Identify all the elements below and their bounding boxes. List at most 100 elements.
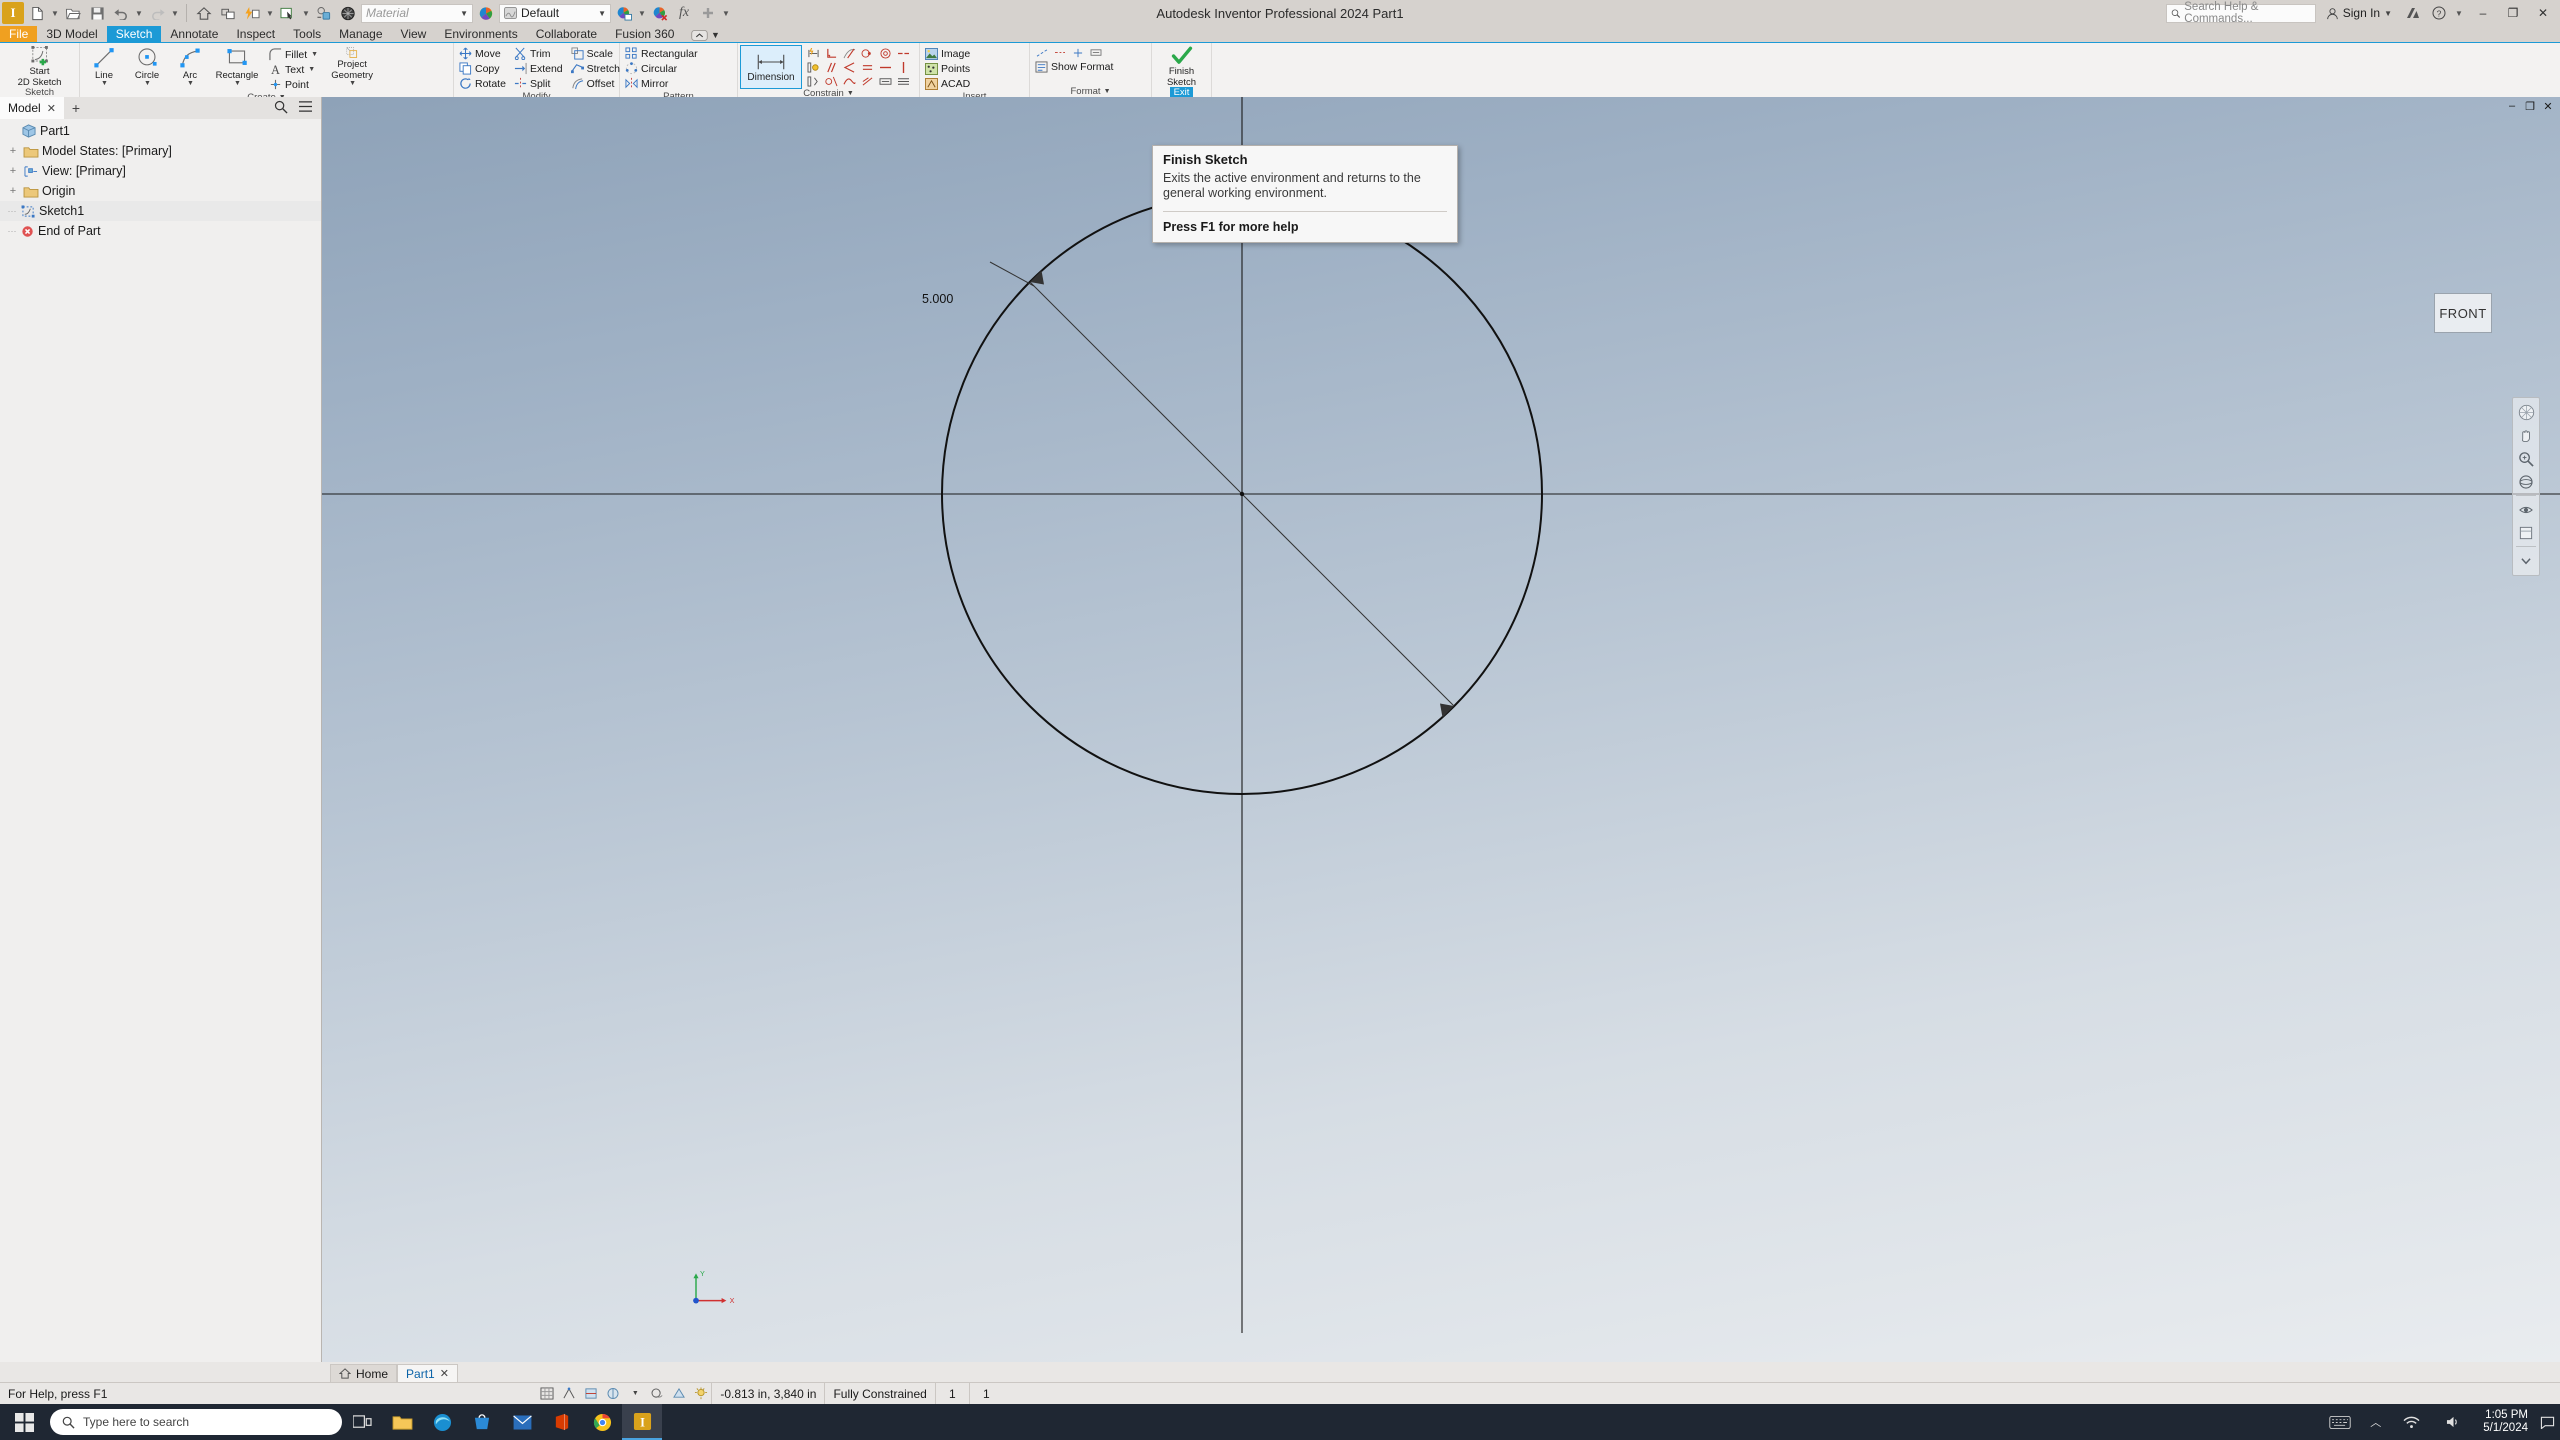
rectangular-pattern-button[interactable]: Rectangular <box>623 46 700 61</box>
chrome-icon[interactable] <box>582 1404 622 1440</box>
lighting-icon[interactable] <box>691 1385 711 1403</box>
show-format-button[interactable]: Show Format <box>1033 59 1115 74</box>
coincident-constraint-icon[interactable] <box>858 46 876 60</box>
circle-dropdown-icon[interactable]: ▼ <box>144 80 151 87</box>
help-dropdown-icon[interactable]: ▼ <box>2454 2 2464 24</box>
new-file-dropdown-icon[interactable]: ▼ <box>50 2 60 24</box>
update-dropdown-icon[interactable]: ▼ <box>265 2 275 24</box>
ribbon-tab-manage[interactable]: Manage <box>330 26 391 42</box>
dim-display-icon[interactable] <box>876 74 894 88</box>
select-icon[interactable] <box>277 2 299 24</box>
taskbar-search-input[interactable]: Type here to search <box>50 1409 342 1435</box>
search-icon[interactable] <box>274 100 288 117</box>
file-explorer-icon[interactable] <box>382 1404 422 1440</box>
tangent-constraint-icon[interactable] <box>840 46 858 60</box>
office-icon[interactable] <box>542 1404 582 1440</box>
tree-item-end-of-part[interactable]: ⋯ End of Part <box>0 221 321 241</box>
display-mode-icon[interactable] <box>603 1385 623 1403</box>
new-file-icon[interactable] <box>26 2 48 24</box>
look-at-icon[interactable] <box>2514 498 2538 521</box>
ribbon-tab-tools[interactable]: Tools <box>284 26 330 42</box>
stretch-button[interactable]: Stretch <box>569 61 622 76</box>
graphics-window[interactable]: – ❐ ✕ 5.000 FRONT Y X Finish Sketch Exit… <box>322 97 2560 1362</box>
line-button[interactable]: Line ▼ <box>83 45 125 87</box>
shadow-icon[interactable] <box>647 1385 667 1403</box>
microsoft-store-icon[interactable] <box>462 1404 502 1440</box>
orbit-icon[interactable] <box>2514 470 2538 493</box>
show-constraints-icon[interactable] <box>804 60 822 74</box>
panel-format-expand-icon[interactable]: ▼ <box>1104 86 1111 97</box>
chevron-down-icon[interactable]: ▼ <box>460 9 468 18</box>
snap-icon[interactable] <box>559 1385 579 1403</box>
autodesk-account-icon[interactable] <box>2402 2 2424 24</box>
tree-item-sketch1[interactable]: ⋯ Sketch1 <box>0 201 321 221</box>
return-icon[interactable] <box>217 2 239 24</box>
open-file-icon[interactable] <box>62 2 84 24</box>
tree-item-model-states[interactable]: + Model States: [Primary] <box>0 141 321 161</box>
split-button[interactable]: Split <box>512 76 565 91</box>
notification-center-icon[interactable] <box>2538 1404 2556 1440</box>
ribbon-minimize-icon[interactable] <box>689 28 709 42</box>
doc-tab-part1[interactable]: Part1 ✕ <box>397 1364 458 1382</box>
search-input[interactable]: Search Help & Commands... <box>2165 1 2316 25</box>
tree-item-part1[interactable]: Part1 <box>0 121 321 141</box>
scale-button[interactable]: Scale <box>569 46 622 61</box>
qat-add-icon[interactable] <box>697 2 719 24</box>
grid-display-icon[interactable] <box>537 1385 557 1403</box>
mail-icon[interactable] <box>502 1404 542 1440</box>
fix-constraint-icon[interactable] <box>858 74 876 88</box>
rectangle-button[interactable]: Rectangle ▼ <box>212 45 262 87</box>
graphics-minimize-button[interactable]: – <box>2504 98 2520 114</box>
home-icon[interactable] <box>193 2 215 24</box>
update-icon[interactable] <box>241 2 263 24</box>
dimension-button[interactable]: Dimension <box>740 45 802 89</box>
ribbon-options-icon[interactable]: ▼ <box>709 28 721 42</box>
appearance-add-icon[interactable] <box>613 2 635 24</box>
copy-button[interactable]: Copy <box>457 61 508 76</box>
insert-points-button[interactable]: Points <box>923 61 972 76</box>
arc-button[interactable]: Arc ▼ <box>169 45 211 87</box>
offset-button[interactable]: Offset <box>569 76 622 91</box>
dimension-value-label[interactable]: 5.000 <box>922 292 953 306</box>
undo-icon[interactable] <box>110 2 132 24</box>
task-view-icon[interactable] <box>342 1404 382 1440</box>
center-point-icon[interactable] <box>1069 46 1087 59</box>
save-file-icon[interactable] <box>86 2 108 24</box>
fillet-dropdown-icon[interactable]: ▼ <box>311 51 318 58</box>
finish-sketch-button[interactable]: Finish Sketch <box>1161 45 1203 87</box>
equal-constraint-icon[interactable] <box>858 60 876 74</box>
add-tab-icon[interactable]: + <box>64 100 88 116</box>
doc-tab-home[interactable]: Home <box>330 1364 398 1382</box>
full-navigation-wheel-icon[interactable] <box>2514 401 2538 424</box>
appearance-add-dropdown-icon[interactable]: ▼ <box>637 2 647 24</box>
chevron-down-icon[interactable]: ▼ <box>2384 9 2392 18</box>
tree-item-view[interactable]: + View: [Primary] <box>0 161 321 181</box>
tree-expander[interactable]: + <box>6 184 20 198</box>
concentric-constraint-icon[interactable] <box>876 46 894 60</box>
start-button[interactable] <box>0 1404 48 1440</box>
line-dropdown-icon[interactable]: ▼ <box>101 80 108 87</box>
ribbon-tab-file[interactable]: File <box>0 26 38 42</box>
ribbon-tab-sketch[interactable]: Sketch <box>106 26 162 42</box>
ribbon-tab-fusion360[interactable]: Fusion 360 <box>606 26 683 42</box>
view-face-icon[interactable] <box>2514 521 2538 544</box>
project-geometry-dropdown-icon[interactable]: ▼ <box>349 80 356 87</box>
insert-image-button[interactable]: Image <box>923 46 972 61</box>
display-mode-dropdown-icon[interactable]: ▼ <box>625 1385 645 1403</box>
circle-button[interactable]: Circle ▼ <box>126 45 168 87</box>
tree-item-origin[interactable]: + Origin <box>0 181 321 201</box>
appearance-drop-icon[interactable] <box>313 2 335 24</box>
graphics-close-button[interactable]: ✕ <box>2540 98 2556 114</box>
minimize-button[interactable]: – <box>2468 0 2498 26</box>
vertical-constraint-icon[interactable] <box>894 60 912 74</box>
redo-icon[interactable] <box>146 2 168 24</box>
mirror-button[interactable]: Mirror <box>623 76 700 91</box>
fillet-button[interactable]: Fillet ▼ <box>267 47 320 62</box>
rectangle-dropdown-icon[interactable]: ▼ <box>234 80 241 87</box>
angle-constraint-icon[interactable] <box>840 60 858 74</box>
select-dropdown-icon[interactable]: ▼ <box>301 2 311 24</box>
circular-pattern-button[interactable]: Circular <box>623 61 700 76</box>
material-field[interactable]: Material ▼ <box>361 3 473 23</box>
volume-icon[interactable] <box>2433 1404 2473 1440</box>
driven-dim-icon[interactable] <box>1087 46 1105 59</box>
